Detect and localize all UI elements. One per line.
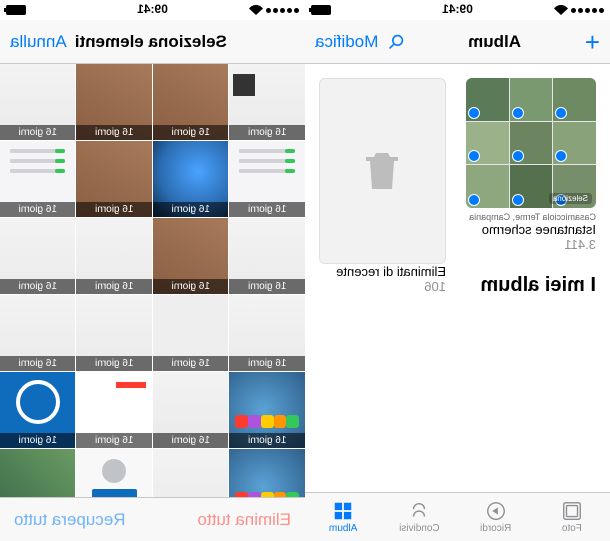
photo-cell[interactable]: 16 giorni [77,64,153,140]
recover-all-button[interactable]: Recupera tutto [14,510,126,530]
photo-cell[interactable]: 16 giorni [153,449,229,497]
tab-bar: Foto Ricordi Condivisi Album [305,492,610,541]
photo-cell[interactable]: 16 giorni [77,218,153,294]
days-left-label: 16 giorni [153,125,229,140]
nav-title: Seleziona elementi [75,32,227,52]
wifi-icon [249,5,263,15]
days-left-label: 16 giorni [77,202,153,217]
days-left-label: 16 giorni [153,202,229,217]
tab-label: Album [329,523,357,534]
photo-cell[interactable]: 16 giorni [77,141,153,217]
signal-indicator [571,8,604,13]
photo-cell[interactable]: 16 giorni [0,449,76,497]
days-left-label: 16 giorni [230,125,306,140]
photo-cell[interactable]: 16 giorni [153,64,229,140]
days-left-label: 16 giorni [230,433,306,448]
tab-shared[interactable]: Condivisi [381,493,457,541]
days-left-label: 16 giorni [77,356,153,371]
status-time: 09:41 [137,2,168,16]
cancel-button[interactable]: Annulla [10,32,67,52]
days-left-label: 16 giorni [77,279,153,294]
photo-cell[interactable]: 16 giorni [230,141,306,217]
select-toolbar: Elimina tutto Recupera tutto [0,497,305,541]
album-recently-deleted[interactable]: Eliminati di recente 106 [319,78,446,264]
days-left-label: 16 giorni [0,356,76,371]
photo-grid: 16 giorni16 giorni16 giorni16 giorni16 g… [0,64,305,497]
photo-cell[interactable]: 16 giorni [0,218,76,294]
select-caption: Seleziona [549,193,592,204]
status-time: 09:41 [442,2,473,16]
status-bar: 09:41 [0,0,305,20]
nav-title: Album [468,32,521,52]
albums-screen: 09:41 + Album Modifica Seleziona Casam [305,0,610,541]
album-name: Istantanee schermo [466,222,596,237]
photo-cell[interactable]: 16 giorni [230,449,306,497]
days-left-label: 16 giorni [230,202,306,217]
search-icon [388,34,404,50]
signal-indicator [266,8,299,13]
status-bar: 09:41 [305,0,610,20]
photo-cell[interactable]: 16 giorni [77,449,153,497]
albums-icon [330,500,356,522]
photo-cell[interactable]: 16 giorni [153,295,229,371]
days-left-label: 16 giorni [153,356,229,371]
photo-cell[interactable]: 16 giorni [153,141,229,217]
days-left-label: 16 giorni [153,279,229,294]
days-left-label: 16 giorni [0,279,76,294]
photo-cell[interactable]: 16 giorni [153,372,229,448]
photos-icon [559,500,585,522]
days-left-label: 16 giorni [77,433,153,448]
search-button[interactable] [388,34,404,50]
photo-cell[interactable]: 16 giorni [0,64,76,140]
battery-indicator [6,5,26,15]
photo-cell[interactable]: 16 giorni [0,295,76,371]
days-left-label: 16 giorni [230,279,306,294]
albums-nav: + Album Modifica [305,20,610,64]
album-count: 3.411 [466,237,596,252]
days-left-label: 16 giorni [153,433,229,448]
photo-cell[interactable]: 16 giorni [77,295,153,371]
albums-area: Seleziona Casamicciola Terme, Campania I… [305,64,610,264]
tab-photos[interactable]: Foto [534,493,610,541]
tab-albums[interactable]: Album [305,493,381,541]
wifi-icon [554,5,568,15]
my-albums-heading: I miei album [305,264,610,307]
select-nav: Seleziona elementi Annulla [0,20,305,64]
add-album-button[interactable]: + [585,29,600,55]
photo-cell[interactable]: 16 giorni [230,64,306,140]
tab-label: Foto [562,523,582,534]
days-left-label: 16 giorni [77,125,153,140]
delete-all-button[interactable]: Elimina tutto [197,510,291,530]
tab-label: Ricordi [480,523,511,534]
album-screenshots[interactable]: Seleziona Casamicciola Terme, Campania I… [466,78,596,264]
photo-cell[interactable]: 16 giorni [230,372,306,448]
days-left-label: 16 giorni [230,356,306,371]
memories-icon [483,500,509,522]
shared-icon [406,500,432,522]
photo-cell[interactable]: 16 giorni [77,372,153,448]
photo-cell[interactable]: 16 giorni [230,218,306,294]
photo-cell[interactable]: 16 giorni [230,295,306,371]
photo-cell[interactable]: 16 giorni [153,218,229,294]
edit-button[interactable]: Modifica [315,32,378,52]
tab-label: Condivisi [399,523,440,534]
photo-cell[interactable]: 16 giorni [0,141,76,217]
album-location: Casamicciola Terme, Campania [466,212,596,222]
days-left-label: 16 giorni [0,433,76,448]
select-screen: 09:41 Seleziona elementi Annulla 16 gior… [0,0,305,541]
battery-indicator [311,5,331,15]
photo-cell[interactable]: 16 giorni [0,372,76,448]
days-left-label: 16 giorni [0,202,76,217]
days-left-label: 16 giorni [0,125,76,140]
tab-memories[interactable]: Ricordi [458,493,534,541]
trash-icon [359,147,407,195]
